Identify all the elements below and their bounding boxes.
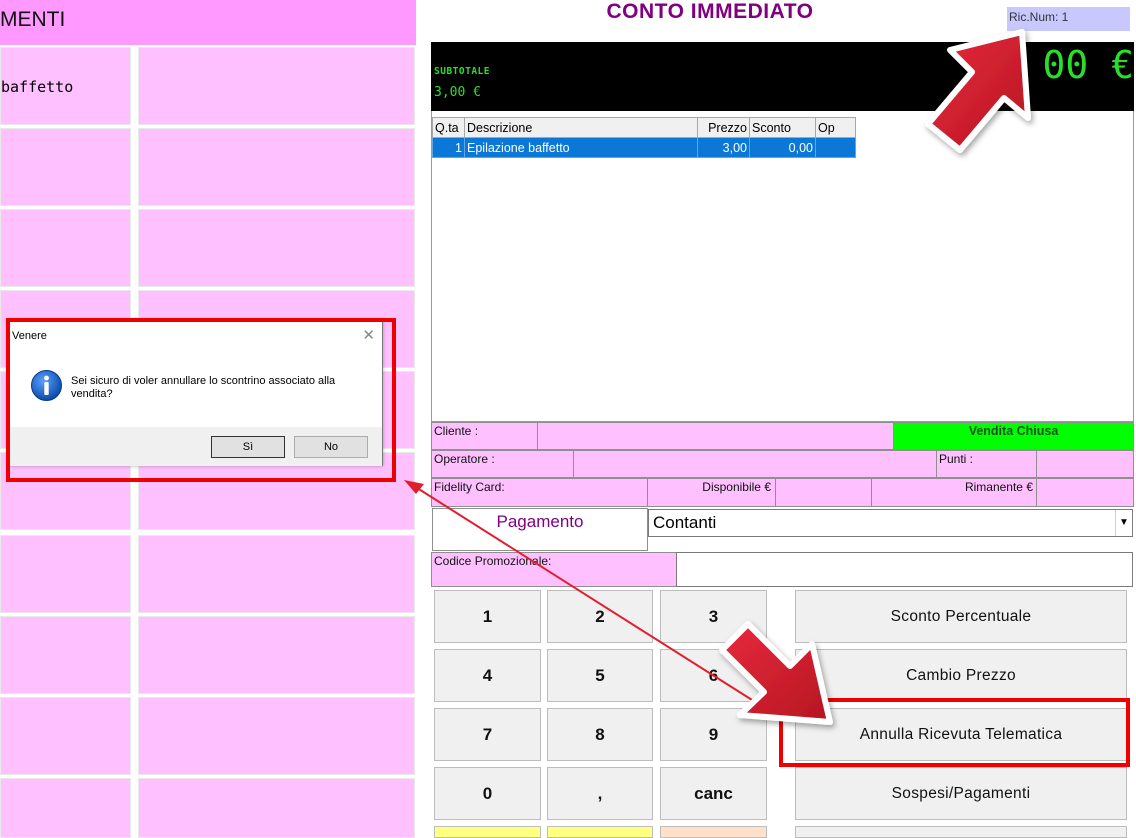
annotation-arrow-upright xyxy=(925,29,1031,153)
annotation-arrow-downright xyxy=(719,621,833,725)
connector-arrow xyxy=(404,480,761,706)
annotation-overlay xyxy=(404,29,1031,725)
